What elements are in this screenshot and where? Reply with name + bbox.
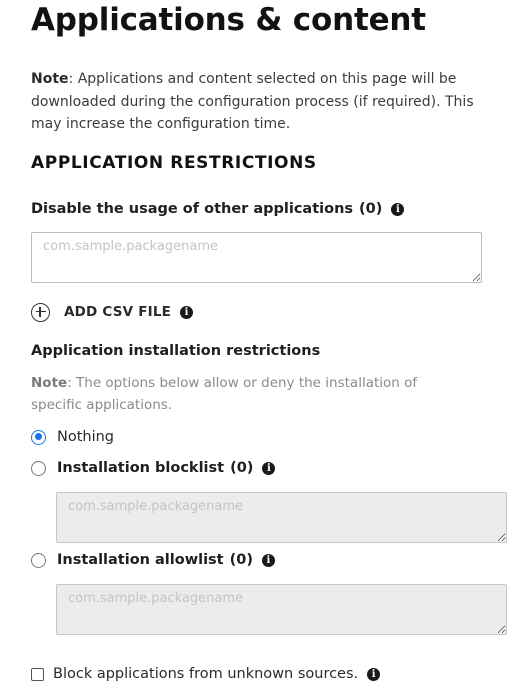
radio-button-nothing[interactable] — [31, 429, 46, 445]
disable-other-apps-count: (0) — [359, 201, 383, 217]
radio-option-allowlist[interactable]: Installation allowlist (0) i — [31, 550, 275, 570]
disable-other-apps-label-row: Disable the usage of other applications … — [31, 199, 405, 219]
info-icon[interactable]: i — [180, 305, 194, 319]
blocklist-count: (0) — [230, 460, 254, 476]
block-unknown-sources-row[interactable]: Block applications from unknown sources.… — [31, 664, 381, 684]
info-icon[interactable]: i — [261, 553, 275, 567]
block-unknown-sources-checkbox[interactable] — [31, 667, 44, 681]
install-note-text: : The options below allow or deny the in… — [31, 375, 418, 413]
info-icon[interactable]: i — [367, 667, 381, 681]
disable-other-apps-label: Disable the usage of other applications — [31, 201, 354, 217]
blocklist-input[interactable] — [56, 492, 507, 543]
radio-button-allowlist[interactable] — [31, 552, 46, 568]
install-restrictions-note: Note: The options below allow or deny th… — [31, 372, 471, 416]
allowlist-count: (0) — [229, 552, 253, 568]
add-csv-file-label: ADD CSV FILE — [64, 304, 172, 320]
block-unknown-sources-label: Block applications from unknown sources. — [53, 666, 359, 682]
note-prefix: Note — [31, 71, 69, 87]
radio-button-blocklist[interactable] — [31, 460, 46, 476]
plus-circle-icon — [31, 302, 50, 322]
page-note: Note: Applications and content selected … — [31, 68, 491, 136]
radio-label-allowlist: Installation allowlist — [57, 552, 224, 568]
add-csv-file-button[interactable]: ADD CSV FILE i — [31, 301, 194, 323]
disable-other-apps-input[interactable] — [31, 232, 482, 283]
install-note-prefix: Note — [31, 375, 68, 391]
install-restrictions-heading: Application installation restrictions — [31, 343, 321, 359]
radio-label-blocklist: Installation blocklist — [57, 460, 225, 476]
note-text: : Applications and content selected on t… — [31, 71, 474, 132]
info-icon[interactable]: i — [262, 461, 276, 475]
allowlist-input[interactable] — [56, 584, 507, 635]
radio-label-nothing: Nothing — [57, 429, 115, 445]
radio-option-blocklist[interactable]: Installation blocklist (0) i — [31, 458, 276, 478]
info-icon[interactable]: i — [391, 202, 405, 216]
radio-option-nothing[interactable]: Nothing — [31, 427, 114, 447]
page-title: Applications & content — [31, 2, 426, 38]
section-title-application-restrictions: APPLICATION RESTRICTIONS — [31, 153, 317, 173]
